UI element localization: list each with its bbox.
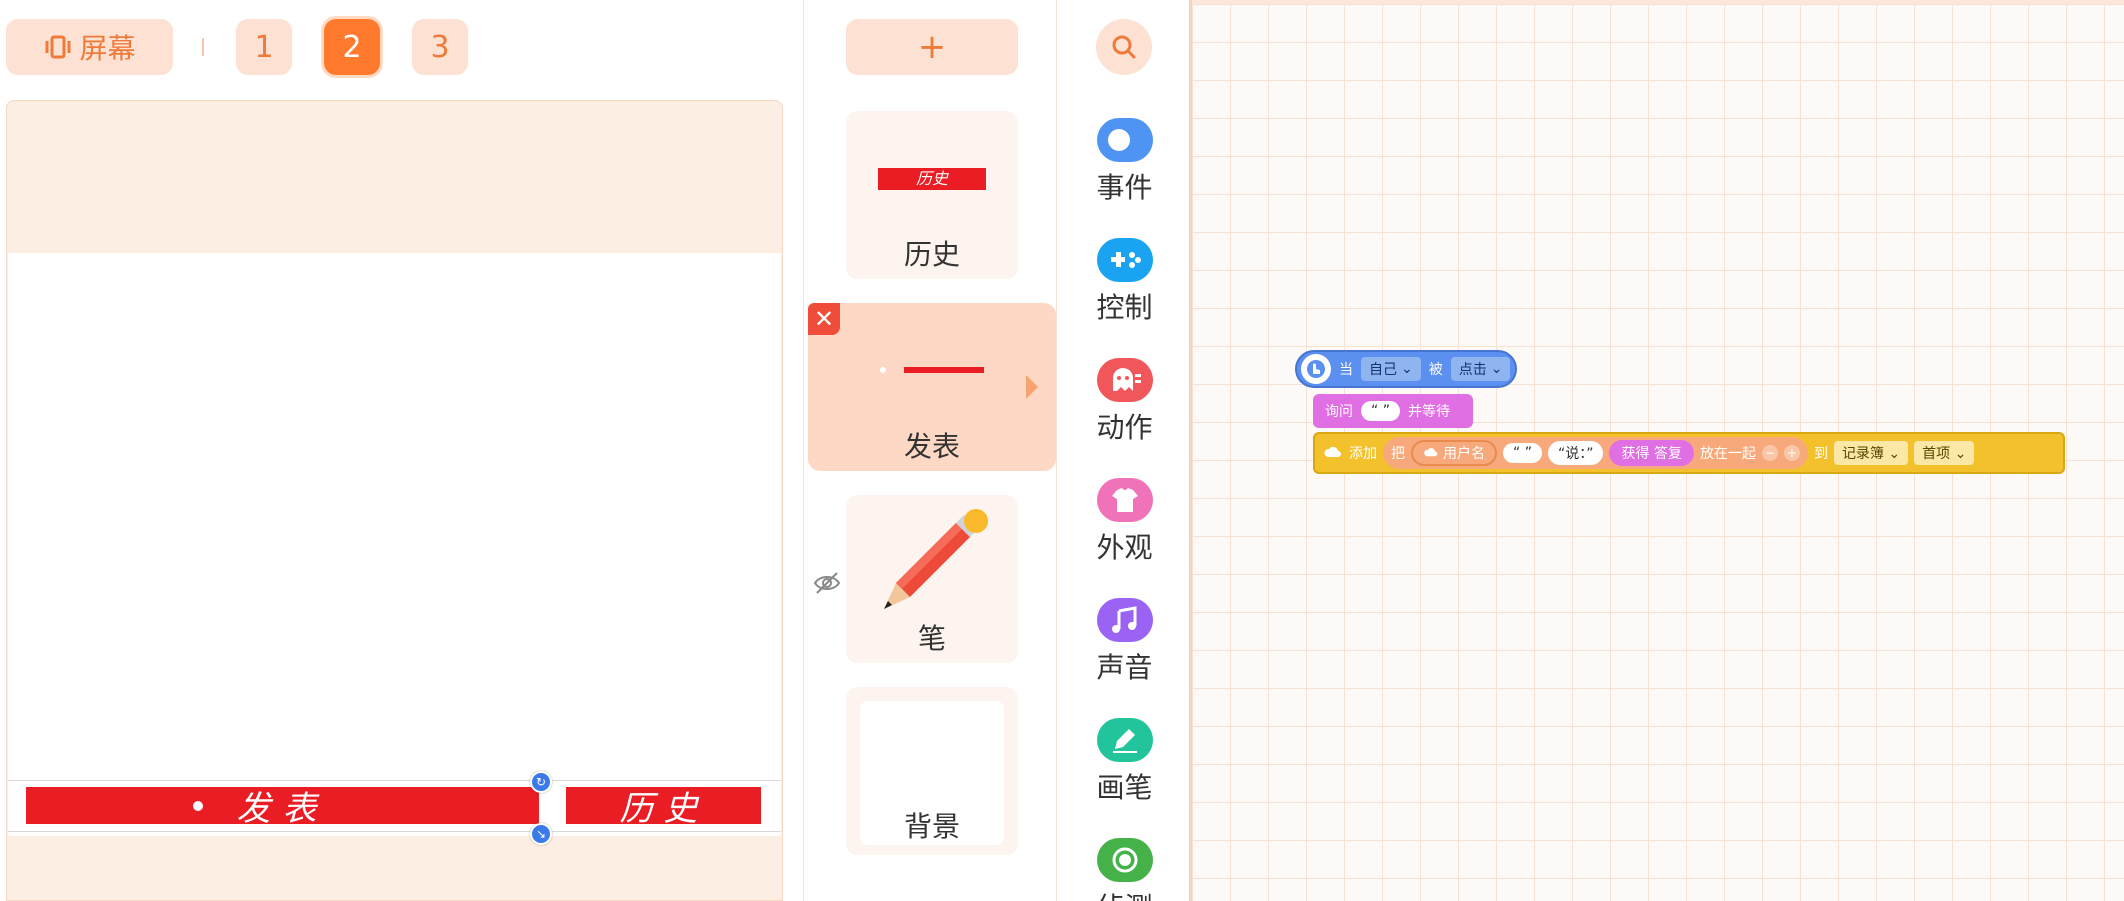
sprite-thumb-post	[904, 367, 984, 373]
cloud-icon	[1424, 448, 1438, 457]
category-label: 声音	[1096, 651, 1153, 684]
block-text-put: 把	[1391, 446, 1405, 462]
search-icon	[1112, 35, 1136, 59]
add-sprite-button[interactable]: +	[846, 19, 1018, 75]
rotate-handle[interactable]: ↻	[530, 771, 552, 793]
stage-toolbar: 屏幕 1 2 3	[0, 0, 803, 95]
music-icon	[1096, 598, 1153, 642]
target-dropdown[interactable]: 自己 ⌄	[1361, 357, 1421, 381]
block-text-is: 被	[1428, 362, 1443, 378]
sprite-card-post[interactable]: 发表	[808, 303, 1056, 471]
block-text-when: 当	[1339, 362, 1353, 378]
join-reporter[interactable]: 把 用户名 “ ” “说：” 获得 答复 放在一起 − +	[1383, 437, 1808, 469]
history-bar-sprite[interactable]: 历史	[566, 787, 761, 829]
action-value: 点击	[1458, 362, 1487, 378]
sprite-name-history: 历史	[903, 238, 960, 271]
category-label: 动作	[1096, 411, 1153, 444]
sprite-card-history[interactable]: 历史 历史	[846, 111, 1018, 279]
plus-icon[interactable]: +	[1783, 445, 1800, 461]
position-value: 首项	[1922, 446, 1951, 462]
post-bar-text: 发表	[236, 789, 329, 829]
code-workspace[interactable]: 当 自己 ⌄ 被 点击 ⌄ 询问 “ ” 并等待 添加 把 用户名 “ ” “说：”	[1192, 0, 2124, 901]
toggle-icon	[1096, 118, 1153, 162]
resize-handle[interactable]: ↘	[530, 823, 552, 845]
divider	[202, 38, 204, 56]
sprite-thumb-history: 历史	[878, 168, 986, 190]
position-dropdown[interactable]: 首项 ⌄	[1914, 441, 1975, 465]
answer-reporter[interactable]: 获得 答复	[1609, 440, 1694, 466]
block-categories: 事件 控制 动作 外观 声音 画笔	[1057, 0, 1192, 901]
hand-pointer-icon	[1301, 354, 1331, 384]
pencil-icon	[884, 509, 988, 609]
ask-input[interactable]: “ ”	[1361, 401, 1400, 421]
cloud-icon	[1324, 446, 1341, 457]
history-bar-text: 历史	[619, 789, 708, 829]
text-input-quote[interactable]: “ ”	[1503, 443, 1542, 463]
category-label: 画笔	[1096, 771, 1153, 804]
category-sensing[interactable]: 侦测	[1057, 838, 1189, 901]
category-pen[interactable]: 画笔	[1057, 718, 1189, 806]
event-block-when-clicked[interactable]: 当 自己 ⌄ 被 点击 ⌄	[1295, 350, 1517, 388]
list-dropdown[interactable]: 记录簿 ⌄	[1833, 441, 1909, 465]
screen-button[interactable]: 屏幕	[6, 19, 173, 75]
page-button-2[interactable]: 2	[324, 19, 380, 75]
close-icon[interactable]: ✕	[808, 303, 840, 335]
page-button-1[interactable]: 1	[236, 19, 292, 75]
category-label: 侦测	[1057, 886, 1189, 901]
eye-off-icon[interactable]	[812, 568, 842, 598]
ghost-icon	[1096, 358, 1153, 402]
stage-canvas[interactable]	[8, 253, 781, 836]
category-events[interactable]: 事件	[1057, 118, 1189, 206]
chevron-down-icon: ⌄	[1954, 446, 1967, 462]
pen-icon	[1096, 718, 1153, 762]
block-text-join: 放在一起	[1699, 446, 1756, 462]
screen-label: 屏幕	[79, 32, 136, 65]
chevron-down-icon: ⌄	[1888, 446, 1901, 462]
post-bar-sprite[interactable]: 发表	[26, 787, 539, 829]
chevron-down-icon: ⌄	[1490, 361, 1503, 377]
category-label: 事件	[1096, 171, 1153, 204]
dot	[880, 367, 886, 373]
minus-icon[interactable]: −	[1761, 445, 1778, 461]
gamepad-icon	[1096, 238, 1153, 282]
chevron-down-icon: ⌄	[1401, 361, 1413, 377]
category-looks[interactable]: 外观	[1057, 478, 1189, 566]
ask-and-wait-block[interactable]: 询问 “ ” 并等待	[1313, 394, 1473, 428]
search-button[interactable]	[1096, 19, 1152, 75]
sprite-card-background[interactable]: 背景	[846, 687, 1018, 855]
text-input-says[interactable]: “说：”	[1547, 441, 1604, 465]
sprite-panel: + 历史 历史 发表 ✕ 笔 背景	[803, 0, 1057, 901]
username-reporter[interactable]: 用户名	[1411, 440, 1497, 466]
dot	[193, 801, 203, 811]
stage-panel: 屏幕 1 2 3 发表 历史 ↻ ↘	[0, 0, 803, 901]
sprite-name-background: 背景	[903, 810, 960, 843]
block-text-wait: 并等待	[1407, 404, 1450, 420]
category-sound[interactable]: 声音	[1057, 598, 1189, 686]
block-text-add: 添加	[1349, 446, 1377, 462]
username-label: 用户名	[1443, 446, 1485, 462]
action-dropdown[interactable]: 点击 ⌄	[1450, 357, 1511, 381]
target-icon	[1096, 838, 1153, 882]
category-motion[interactable]: 动作	[1057, 358, 1189, 446]
add-to-list-block[interactable]: 添加 把 用户名 “ ” “说：” 获得 答复 放在一起 − + 到 记录簿 ⌄…	[1313, 432, 2065, 474]
target-value: 自己	[1369, 362, 1397, 378]
sprite-name-pen: 笔	[917, 622, 946, 655]
screen-icon	[45, 35, 71, 59]
sprite-card-pen[interactable]: 笔	[846, 495, 1018, 663]
block-text-ask: 询问	[1325, 404, 1353, 420]
page-button-3[interactable]: 3	[412, 19, 468, 75]
chevron-right-icon[interactable]	[1026, 375, 1038, 399]
sprite-name-post: 发表	[903, 430, 960, 463]
list-value: 记录簿	[1841, 446, 1884, 462]
category-label: 外观	[1096, 531, 1153, 564]
category-control[interactable]: 控制	[1057, 238, 1189, 326]
category-label: 控制	[1096, 291, 1153, 324]
block-text-to: 到	[1813, 446, 1828, 462]
shirt-icon	[1096, 478, 1153, 522]
